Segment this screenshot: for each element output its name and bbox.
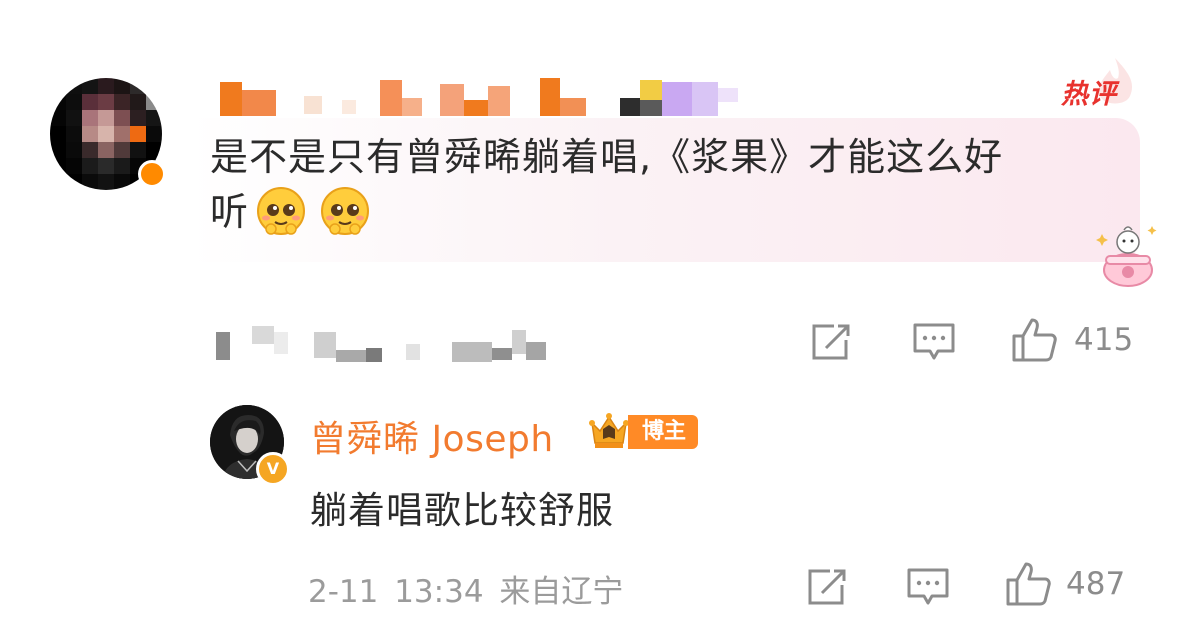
reply-text: 躺着唱歌比较舒服 (310, 489, 614, 532)
comment-button[interactable] (912, 322, 956, 362)
verified-badge-icon: V (256, 452, 290, 486)
forward-icon (812, 324, 850, 360)
cute-emoji-icon (257, 187, 306, 235)
comment-text: 是不是只有曾舜晞躺着唱,《浆果》才能这么好 听 (210, 130, 1130, 240)
cute-emoji-icon (321, 187, 370, 235)
forward-button[interactable] (810, 322, 852, 362)
crown-icon (589, 413, 629, 448)
comment-text-line-2-text: 听 (210, 190, 250, 234)
comment-icon (913, 323, 955, 360)
reply-comment-button[interactable] (906, 567, 950, 607)
comment-text-line-1: 是不是只有曾舜晞躺着唱,《浆果》才能这么好 (210, 135, 1004, 179)
like-icon (1012, 318, 1057, 362)
decoration-sticker-icon (1096, 226, 1157, 287)
member-badge-icon (138, 160, 166, 188)
hot-comment-badge: 热评 (1061, 79, 1117, 110)
comment-icon (907, 568, 949, 605)
like-count: 415 (1074, 322, 1134, 358)
like-icon (1006, 562, 1051, 606)
forward-icon (808, 569, 846, 605)
comment-text-line-2: 听 (210, 185, 1130, 240)
reply-like-button[interactable] (1004, 560, 1052, 608)
commenter-name-censored[interactable] (220, 78, 740, 118)
like-button[interactable] (1010, 316, 1058, 364)
reply-forward-button[interactable] (806, 567, 848, 607)
comment-meta-censored (216, 322, 556, 366)
reply-author-name[interactable]: 曾舜晞 Joseph (310, 410, 554, 462)
reply-meta: 2-11 13:34 来自辽宁 (308, 574, 624, 610)
reply-like-count: 487 (1066, 566, 1126, 602)
blogger-badge: 博主 (628, 415, 699, 449)
